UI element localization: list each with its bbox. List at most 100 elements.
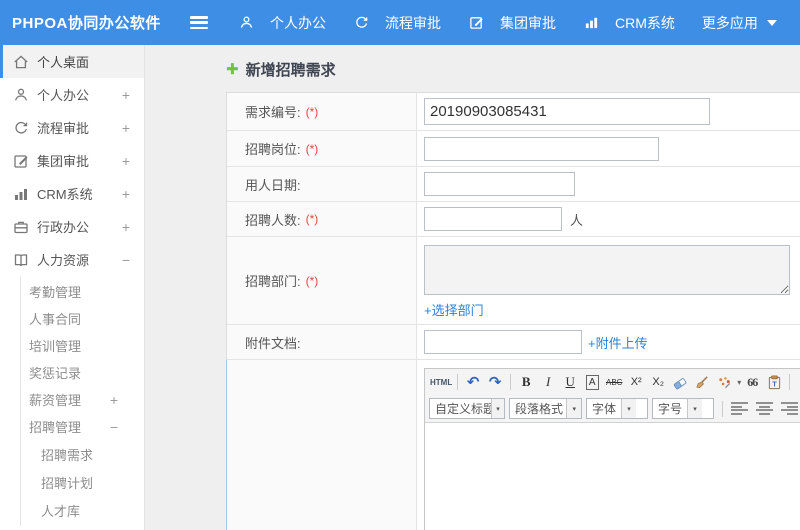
toolbar-separator (722, 400, 723, 417)
sidebar-item-talent-pool[interactable]: 人才库 (21, 496, 144, 524)
redo-icon[interactable]: ↷ (485, 372, 505, 392)
briefcase-icon (12, 219, 29, 235)
sidebar-item-group-approval[interactable]: 集团审批 + (0, 144, 144, 177)
sidebar-item-recruitment-plan[interactable]: 招聘计划 (21, 468, 144, 496)
select-department-link[interactable]: +选择部门 (424, 300, 484, 319)
format-box-button[interactable]: A (585, 374, 599, 390)
sidebar-item-training[interactable]: 培训管理 (21, 332, 144, 359)
sidebar-item-label: 行政办公 (37, 220, 90, 235)
form-row-headcount: 招聘人数: (*) 人 (227, 202, 800, 237)
sub-item-label: 薪资管理 (29, 393, 82, 408)
color-spray-icon[interactable] (714, 372, 734, 392)
demand-number-input[interactable] (424, 98, 710, 125)
sidebar-item-label: 人力资源 (37, 253, 90, 268)
employment-date-input[interactable] (424, 172, 575, 196)
label-text: 招聘部门: (245, 274, 301, 289)
sidebar-item-hr-contract[interactable]: 人事合同 (21, 305, 144, 332)
sidebar-item-workflow-approval[interactable]: 流程审批 + (0, 111, 144, 144)
sidebar-item-human-resources[interactable]: 人力资源 − (0, 243, 144, 276)
expand-toggle[interactable]: + (110, 393, 118, 407)
editor-toolbar-1: HTML ↶ ↷ B I U A ABC X² X₂ ▾ 66 T (425, 369, 800, 395)
hr-submenu: 考勤管理 人事合同 培训管理 奖惩记录 薪资管理 + 招聘管理 − 招聘需求 招… (20, 276, 144, 526)
sub-item-label: 人事合同 (29, 312, 82, 327)
user-icon (238, 15, 255, 31)
hamburger-menu-icon[interactable] (190, 16, 208, 29)
plus-icon: ✚ (226, 61, 239, 78)
caret-down-icon[interactable]: ▾ (737, 378, 741, 387)
attachment-input[interactable] (424, 330, 582, 354)
required-mark: (*) (305, 104, 319, 119)
sidebar-item-recruitment-demand[interactable]: 招聘需求 (21, 440, 144, 468)
paste-icon[interactable]: T (764, 372, 784, 392)
required-mark: (*) (305, 212, 319, 226)
align-center-icon[interactable] (756, 402, 773, 415)
edit-icon (12, 153, 29, 169)
field-label: 用人日期: (227, 167, 417, 201)
top-header: PHPOA协同办公软件 个人办公 流程审批 集团审批 CRM系统 更多应用 (0, 0, 800, 45)
align-right-icon[interactable] (781, 402, 798, 415)
collapse-toggle[interactable]: − (110, 420, 118, 434)
label-text: 招聘人数: (245, 212, 301, 228)
editor-content-area[interactable] (425, 422, 800, 530)
headcount-input[interactable] (424, 207, 562, 231)
sidebar-item-crm[interactable]: CRM系统 + (0, 177, 144, 210)
eraser-icon[interactable] (670, 372, 690, 392)
html-source-button[interactable]: HTML (430, 372, 452, 392)
position-input[interactable] (424, 136, 659, 161)
format-brush-icon[interactable] (692, 372, 712, 392)
custom-heading-select[interactable]: 自定义标题 ▾ (429, 398, 505, 419)
expand-toggle[interactable]: + (122, 187, 130, 201)
nav-personal-office[interactable]: 个人办公 (238, 13, 326, 33)
nav-label: 个人办公 (270, 14, 326, 31)
sidebar-item-label: 个人桌面 (37, 55, 90, 70)
nav-more-apps[interactable]: 更多应用 (702, 13, 777, 33)
font-size-select[interactable]: 字号 ▾ (652, 398, 714, 419)
undo-icon[interactable]: ↶ (463, 372, 483, 392)
collapse-toggle[interactable]: − (122, 253, 130, 267)
top-nav: 个人办公 流程审批 集团审批 CRM系统 更多应用 (238, 13, 777, 33)
edit-icon (468, 15, 485, 31)
blockquote-button[interactable]: 66 (742, 372, 762, 392)
svg-text:T: T (772, 379, 777, 388)
strikethrough-button[interactable]: ABC (604, 372, 624, 392)
underline-button[interactable]: U (560, 372, 580, 392)
home-icon (12, 54, 29, 70)
align-left-icon[interactable] (731, 402, 748, 415)
paragraph-format-select[interactable]: 段落格式 ▾ (509, 398, 582, 419)
superscript-button[interactable]: X² (626, 372, 646, 392)
sidebar-item-personal-office[interactable]: 个人办公 + (0, 78, 144, 111)
font-family-select[interactable]: 字体 ▾ (586, 398, 648, 419)
form-row-attachment: 附件文档: +附件上传 (227, 325, 800, 360)
font-color-button[interactable]: A (795, 372, 800, 392)
expand-toggle[interactable]: + (122, 220, 130, 234)
toolbar-separator (789, 374, 791, 390)
subscript-button[interactable]: X₂ (648, 372, 668, 392)
label-text: 附件文档: (245, 335, 301, 351)
sub-item-label: 培训管理 (29, 339, 82, 354)
sidebar-item-label: 集团审批 (37, 154, 90, 169)
nav-crm-system[interactable]: CRM系统 (583, 13, 675, 33)
bold-button[interactable]: B (516, 372, 536, 392)
form-row-job-requirements: 岗位要求: (*) HTML ↶ ↷ B I U A ABC (226, 360, 800, 530)
nav-workflow-approval[interactable]: 流程审批 (353, 13, 441, 33)
form-row-employment-date: 用人日期: (227, 167, 800, 202)
sidebar-item-salary[interactable]: 薪资管理 + (21, 386, 144, 413)
editor-toolbar-2: 自定义标题 ▾ 段落格式 ▾ 字体 ▾ 字号 ▾ (425, 395, 800, 422)
expand-toggle[interactable]: + (122, 121, 130, 135)
expand-toggle[interactable]: + (122, 88, 130, 102)
select-value: 字号 (658, 402, 683, 416)
unit-suffix: 人 (570, 212, 584, 228)
label-text: 需求编号: (245, 105, 301, 120)
department-textarea[interactable] (424, 245, 790, 295)
nav-group-approval[interactable]: 集团审批 (468, 13, 556, 33)
sidebar-item-rewards[interactable]: 奖惩记录 (21, 359, 144, 386)
sidebar-item-personal-desktop[interactable]: 个人桌面 (0, 45, 144, 78)
italic-button[interactable]: I (538, 372, 558, 392)
sidebar-item-recruitment-mgmt[interactable]: 招聘管理 − (21, 413, 144, 440)
upload-attachment-link[interactable]: +附件上传 (588, 333, 648, 352)
field-label: 招聘部门: (*) (227, 237, 417, 324)
expand-toggle[interactable]: + (122, 154, 130, 168)
sidebar-item-attendance[interactable]: 考勤管理 (21, 278, 144, 305)
toolbar-separator (510, 374, 512, 390)
sidebar-item-admin-office[interactable]: 行政办公 + (0, 210, 144, 243)
